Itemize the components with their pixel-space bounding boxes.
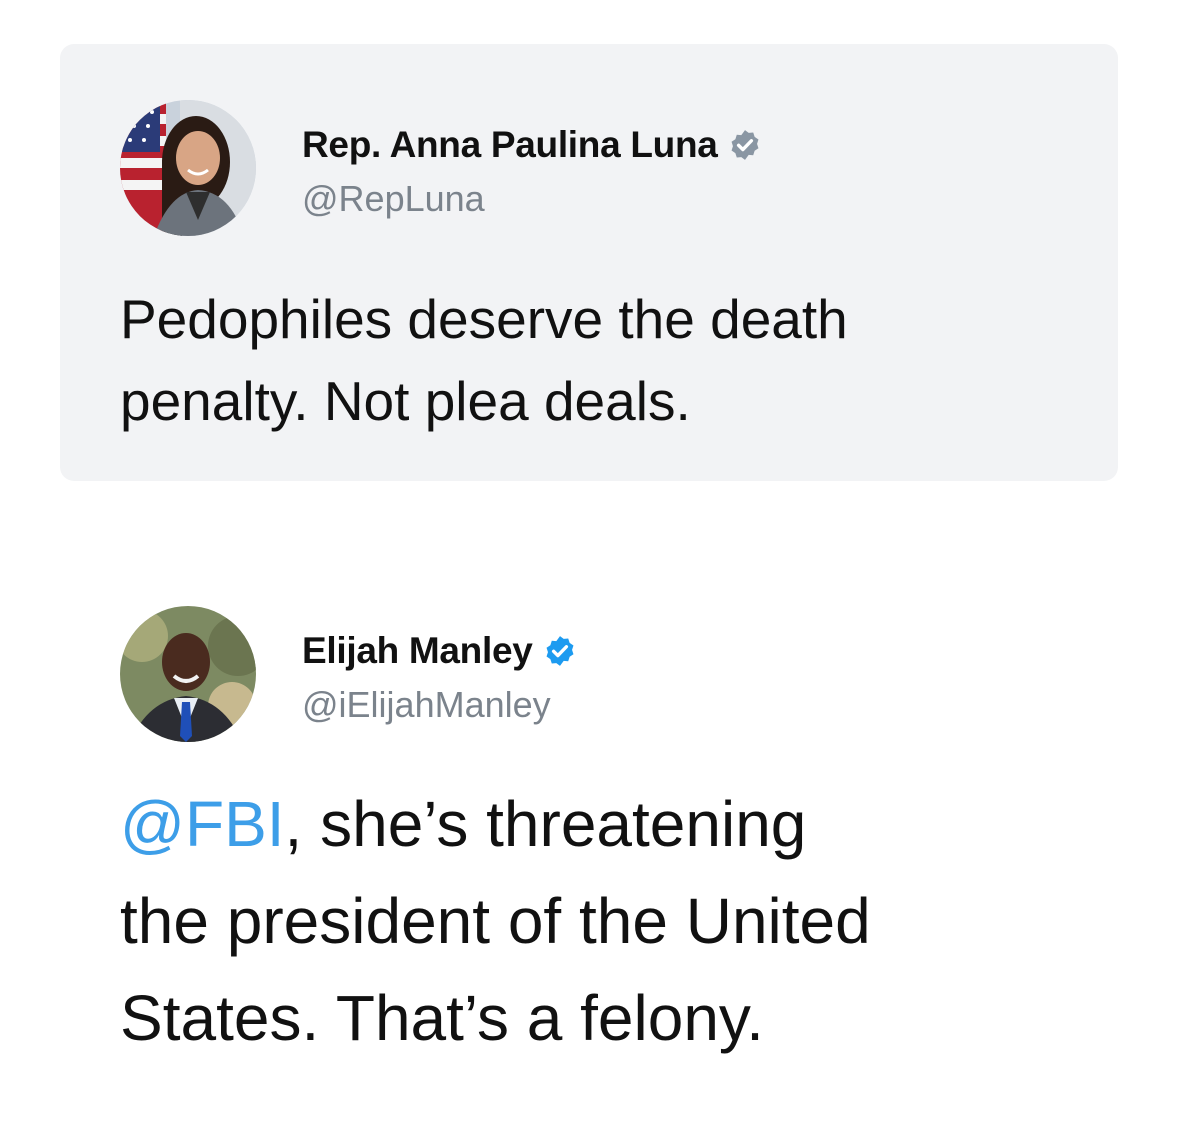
tweet-text-line: Pedophiles deserve the death [120, 288, 848, 350]
verified-badge-icon [543, 634, 577, 668]
avatar[interactable] [120, 100, 256, 236]
author-display-name[interactable]: Rep. Anna Paulina Luna [302, 124, 718, 166]
tweet-text-line: the president of the United [120, 885, 871, 957]
author-handle[interactable]: @RepLuna [302, 178, 485, 220]
author-name-row: Rep. Anna Paulina Luna [302, 124, 762, 166]
tweet-text: @FBI, she’s threatening the president of… [120, 776, 1120, 1067]
avatar-photo-icon [120, 606, 256, 742]
author-name-row: Elijah Manley [302, 630, 577, 672]
author-display-name[interactable]: Elijah Manley [302, 630, 533, 672]
avatar[interactable] [120, 606, 256, 742]
tweet-text-fragment: , she’s threatening [284, 788, 807, 860]
author-handle[interactable]: @iElijahManley [302, 684, 551, 726]
tweet-text: Pedophiles deserve the death penalty. No… [120, 278, 1120, 442]
verified-badge-icon [728, 128, 762, 162]
tweet-text-line: @FBI, she’s threatening [120, 776, 1120, 873]
avatar-photo-icon [120, 100, 256, 236]
mention-link[interactable]: @FBI [120, 788, 285, 860]
tweet-text-line: penalty. Not plea deals. [120, 370, 691, 432]
tweet-text-line: States. That’s a felony. [120, 982, 764, 1054]
